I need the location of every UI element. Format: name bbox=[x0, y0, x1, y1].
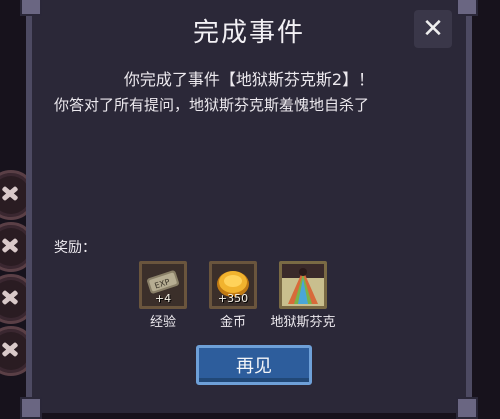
hell-sphinx-icon bbox=[279, 261, 327, 309]
reward-name: 经验 bbox=[149, 315, 176, 330]
reward-amount: +4 bbox=[154, 292, 172, 305]
rewards-label: 奖励： bbox=[54, 240, 96, 256]
rewards-list: EXP +4 经验 +350 金币 地狱斯芬克 bbox=[139, 261, 359, 331]
dialog-title: 完成事件 bbox=[192, 18, 305, 48]
goodbye-button[interactable]: 再见 bbox=[196, 345, 312, 385]
reward-item[interactable]: +350 金币 bbox=[198, 261, 268, 330]
gold-coin-icon: +350 bbox=[209, 261, 257, 309]
event-description: 你答对了所有提问，地狱斯芬克斯羞愧地自杀了 bbox=[54, 96, 370, 114]
reward-amount: +350 bbox=[217, 292, 249, 305]
reward-item[interactable]: 地狱斯芬克 bbox=[268, 261, 338, 330]
frame-corner bbox=[20, 397, 42, 419]
frame-corner bbox=[456, 397, 478, 419]
event-complete-dialog: 完成事件 ✕ 你完成了事件【地狱斯芬克斯2】！ 你答对了所有提问，地狱斯芬克斯羞… bbox=[20, 0, 478, 419]
event-headline: 你完成了事件【地狱斯芬克斯2】！ bbox=[123, 70, 375, 89]
exp-scroll-icon: EXP +4 bbox=[139, 261, 187, 309]
reward-name: 地狱斯芬克 bbox=[270, 315, 336, 330]
close-icon: ✕ bbox=[422, 14, 444, 44]
close-button[interactable]: ✕ bbox=[414, 10, 452, 48]
reward-name: 金币 bbox=[219, 315, 246, 330]
reward-item[interactable]: EXP +4 经验 bbox=[128, 261, 198, 330]
